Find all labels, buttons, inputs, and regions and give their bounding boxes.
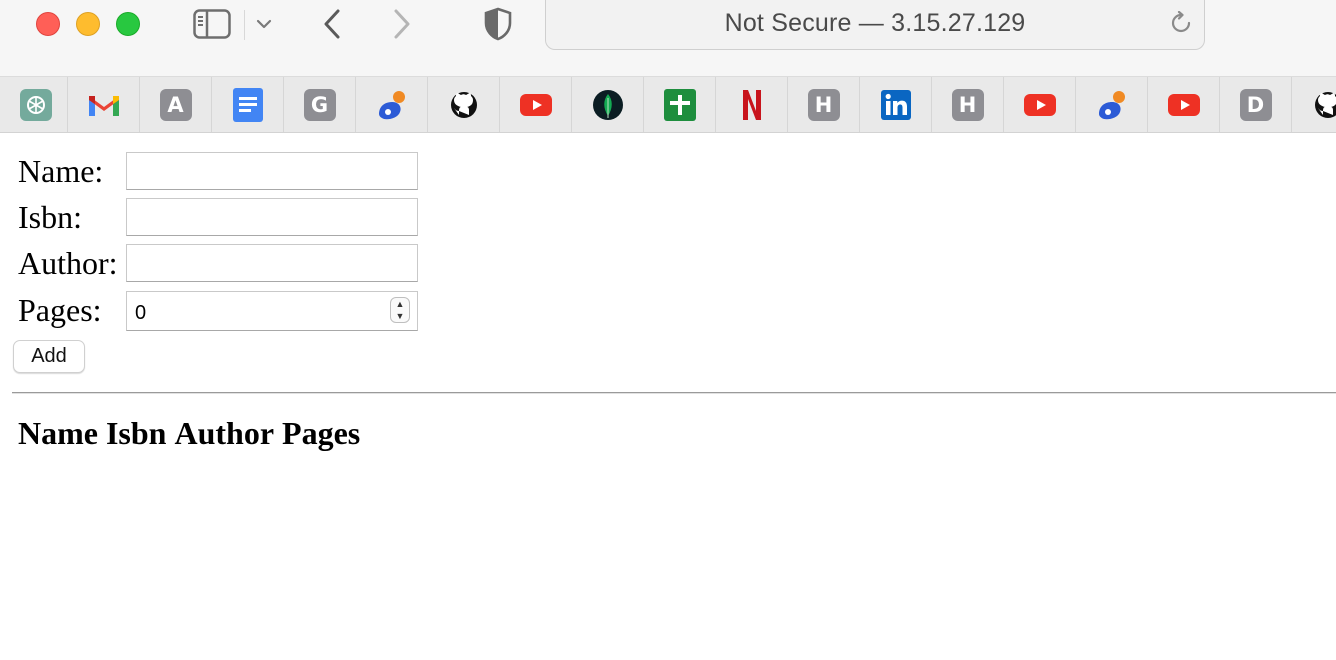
- favorite-d[interactable]: D: [1219, 77, 1291, 132]
- page-content: Name: Isbn: Author: Pages: ▲ ▼ Add NameI…: [0, 133, 1336, 660]
- favorite-dot-app-2[interactable]: [1075, 77, 1147, 132]
- gmail-icon: [88, 95, 119, 116]
- forward-button[interactable]: [386, 6, 418, 42]
- column-header-author: Author: [174, 415, 275, 451]
- youtube-icon: [519, 93, 552, 116]
- name-input[interactable]: [126, 152, 418, 190]
- linkedin-icon: [880, 89, 911, 120]
- tab-group-menu-button[interactable]: [252, 6, 276, 42]
- minimize-window-button[interactable]: [76, 12, 100, 36]
- pages-stepper[interactable]: ▲ ▼: [390, 297, 410, 323]
- back-button[interactable]: [316, 6, 348, 42]
- github-icon: [1314, 91, 1336, 118]
- netflix-icon: [742, 89, 761, 120]
- divider: [12, 392, 1336, 394]
- add-button[interactable]: Add: [13, 340, 85, 373]
- chatgpt-icon: [20, 88, 52, 121]
- author-label: Author:: [18, 245, 118, 281]
- chevron-down-icon: [256, 19, 272, 29]
- isbn-input[interactable]: [126, 198, 418, 236]
- favorite-youtube-2[interactable]: [1003, 77, 1075, 132]
- letter-a-icon: A: [159, 88, 192, 121]
- address-text: Not Secure — 3.15.27.129: [724, 9, 1026, 37]
- dot-orange-blue-icon: [1098, 90, 1125, 119]
- zoom-window-button[interactable]: [116, 12, 140, 36]
- favorite-sheets-plus[interactable]: [643, 77, 715, 132]
- address-bar[interactable]: Not Secure — 3.15.27.129: [545, 0, 1205, 50]
- author-input[interactable]: [126, 244, 418, 282]
- youtube-icon: [1167, 93, 1200, 116]
- dot-orange-blue-icon: [378, 90, 405, 119]
- favorite-chatgpt[interactable]: [0, 77, 72, 132]
- favorite-gmail[interactable]: [67, 77, 139, 132]
- favorite-mongodb[interactable]: [571, 77, 643, 132]
- table-header-row: Name Isbn Author Pages: [18, 415, 368, 452]
- letter-h-icon: H: [807, 88, 840, 121]
- favorite-linkedin[interactable]: [859, 77, 931, 132]
- column-header-isbn: Isbn: [105, 415, 167, 451]
- sidebar-icon: [193, 9, 231, 39]
- favorite-h[interactable]: H: [787, 77, 859, 132]
- youtube-icon: [1023, 93, 1056, 116]
- isbn-label: Isbn:: [18, 199, 82, 235]
- github-icon: [450, 91, 477, 118]
- pages-number-field: ▲ ▼: [126, 291, 418, 331]
- favorite-netflix[interactable]: [715, 77, 787, 132]
- sidebar-toggle-button[interactable]: [190, 6, 234, 42]
- privacy-report-button[interactable]: [480, 6, 516, 42]
- column-header-pages: Pages: [282, 415, 361, 451]
- toolbar-divider: [244, 10, 245, 40]
- favorite-a[interactable]: A: [139, 77, 211, 132]
- reload-button[interactable]: [1168, 10, 1194, 36]
- favorite-dot-app[interactable]: [355, 77, 427, 132]
- stepper-up-icon[interactable]: ▲: [396, 299, 405, 309]
- shield-icon: [484, 7, 512, 41]
- favorites-bar: A G H H D: [0, 77, 1336, 133]
- google-sheets-plus-icon: [663, 88, 696, 121]
- chevron-left-icon: [324, 9, 340, 39]
- letter-d-icon: D: [1239, 88, 1272, 121]
- reload-icon: [1171, 11, 1191, 33]
- letter-h-icon: H: [951, 88, 984, 121]
- browser-toolbar: Not Secure — 3.15.27.129: [0, 0, 1336, 77]
- favorite-g[interactable]: G: [283, 77, 355, 132]
- favorite-github[interactable]: [427, 77, 499, 132]
- favorite-google-docs[interactable]: [211, 77, 283, 132]
- favorite-h-2[interactable]: H: [931, 77, 1003, 132]
- google-docs-icon: [232, 87, 263, 122]
- pages-input[interactable]: [126, 291, 418, 331]
- stepper-down-icon[interactable]: ▼: [396, 311, 405, 321]
- column-header-name: Name: [18, 415, 98, 451]
- pages-label: Pages:: [18, 292, 102, 328]
- name-label: Name:: [18, 153, 104, 189]
- mongodb-leaf-icon: [592, 89, 623, 120]
- chevron-right-icon: [394, 9, 410, 39]
- favorite-youtube[interactable]: [499, 77, 571, 132]
- letter-g-icon: G: [303, 88, 336, 121]
- favorite-github-2[interactable]: [1291, 77, 1336, 132]
- favorite-youtube-3[interactable]: [1147, 77, 1219, 132]
- close-window-button[interactable]: [36, 12, 60, 36]
